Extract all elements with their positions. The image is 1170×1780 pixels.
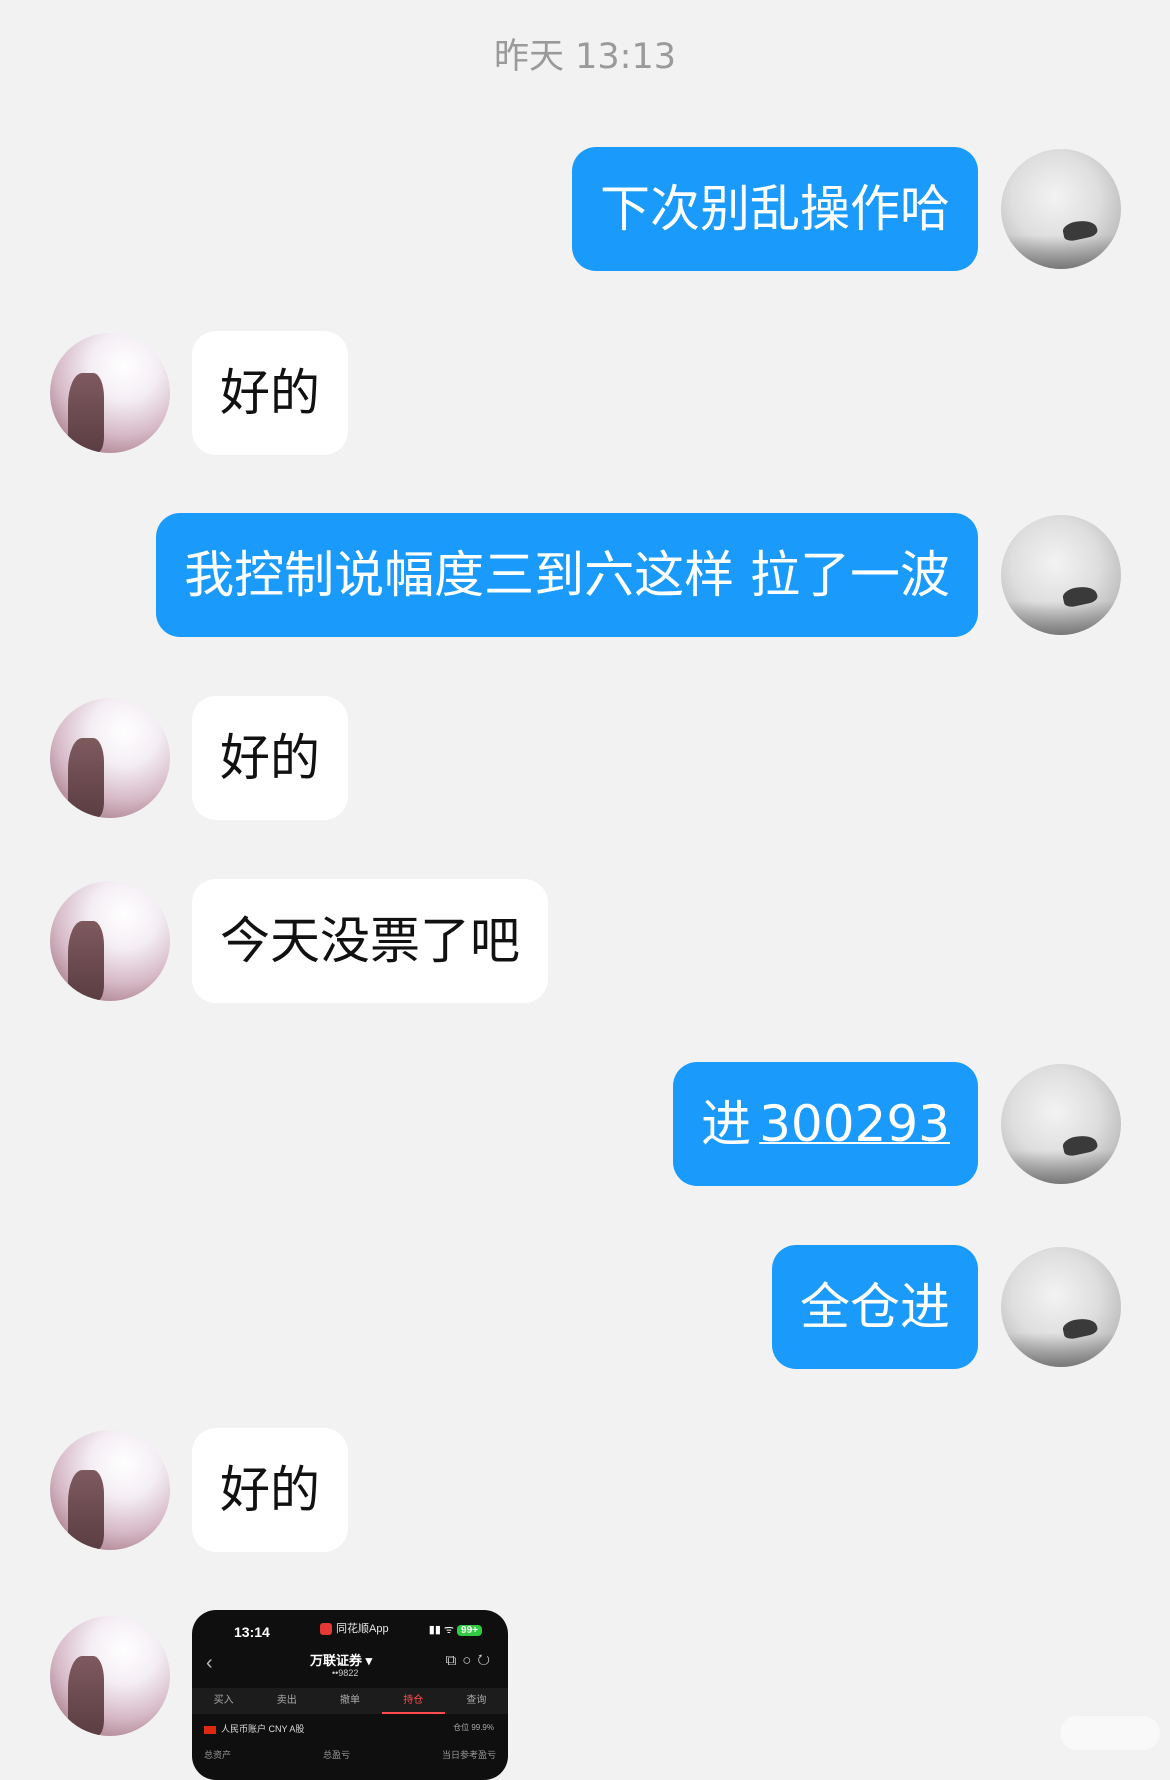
message-row: 好的: [0, 331, 1170, 455]
screenshot-tabs: 买入 卖出 撤单 持仓 查询: [192, 1688, 508, 1714]
screenshot-account: ••9822: [332, 1668, 359, 1678]
message-row: 好的: [0, 696, 1170, 820]
message-row: 好的: [0, 1428, 1170, 1552]
message-row: 我控制说幅度三到六这样 拉了一波: [0, 513, 1170, 637]
message-bubble-incoming[interactable]: 好的: [192, 1428, 348, 1552]
stat-label: 总资产: [204, 1750, 232, 1760]
message-bubble-outgoing[interactable]: 下次别乱操作哈: [572, 147, 978, 271]
contact-avatar[interactable]: [50, 1430, 170, 1550]
china-flag-icon: [204, 1725, 216, 1734]
screenshot-tab: 卖出: [276, 1695, 297, 1706]
message-row: 进 300293: [0, 1062, 1170, 1186]
message-bubble-outgoing[interactable]: 进 300293: [673, 1062, 978, 1186]
back-icon: ‹: [206, 1652, 213, 1674]
battery-icon: 99+: [457, 1625, 482, 1636]
contact-avatar[interactable]: [50, 698, 170, 818]
message-bubble-incoming[interactable]: 好的: [192, 696, 348, 820]
screenshot-tab: 撤单: [340, 1695, 360, 1706]
screenshot-status-bar: ▮▮ ᯤ 99+: [429, 1622, 482, 1637]
message-bubble-incoming[interactable]: 今天没票了吧: [192, 879, 548, 1003]
message-bubble-outgoing[interactable]: 全仓进: [772, 1245, 978, 1369]
message-text: 进: [701, 1095, 752, 1153]
message-row: 全仓进: [0, 1245, 1170, 1369]
contact-avatar[interactable]: [50, 881, 170, 1001]
stat-label: 总盈亏: [322, 1750, 350, 1760]
screenshot-toolbar-icons: ⧉○↻: [445, 1652, 496, 1669]
message-row: 今天没票了吧: [0, 879, 1170, 1003]
screenshot-app-label: 同花顺App: [320, 1620, 389, 1636]
chat-timestamp: 昨天 13:13: [494, 37, 676, 77]
stock-code-link[interactable]: 300293: [759, 1095, 950, 1153]
screenshot-account-line: 人民币账户 CNY A股: [204, 1722, 304, 1735]
screenshot-broker: 万联证券 ▾: [310, 1653, 373, 1668]
message-row: 下次别乱操作哈: [0, 147, 1170, 271]
app-logo-icon: [320, 1623, 332, 1636]
my-avatar[interactable]: [1001, 515, 1121, 635]
message-bubble-incoming[interactable]: 好的: [192, 331, 348, 455]
contact-avatar[interactable]: [50, 1616, 170, 1736]
my-avatar[interactable]: [1001, 1064, 1121, 1184]
screenshot-tab-active: 持仓: [381, 1688, 445, 1714]
expand-handle[interactable]: [1060, 1716, 1160, 1750]
screenshot-tab: 查询: [466, 1695, 487, 1706]
my-avatar[interactable]: [1001, 1247, 1121, 1367]
screenshot-position: 仓位 99.9%: [453, 1723, 494, 1732]
my-avatar[interactable]: [1001, 149, 1121, 269]
screenshot-tab: 买入: [213, 1695, 234, 1706]
message-bubble-outgoing[interactable]: 我控制说幅度三到六这样 拉了一波: [156, 513, 978, 637]
screenshot-stat-labels: 总资产 总盈亏 当日参考盈亏: [204, 1748, 496, 1761]
contact-avatar[interactable]: [50, 333, 170, 453]
screenshot-time: 13:14: [234, 1624, 270, 1640]
stat-label: 当日参考盈亏: [441, 1750, 496, 1760]
image-message-screenshot[interactable]: 13:14 同花顺App ▮▮ ᯤ 99+ ‹ 万联证券 ▾ ••9822 ⧉○…: [192, 1610, 508, 1780]
